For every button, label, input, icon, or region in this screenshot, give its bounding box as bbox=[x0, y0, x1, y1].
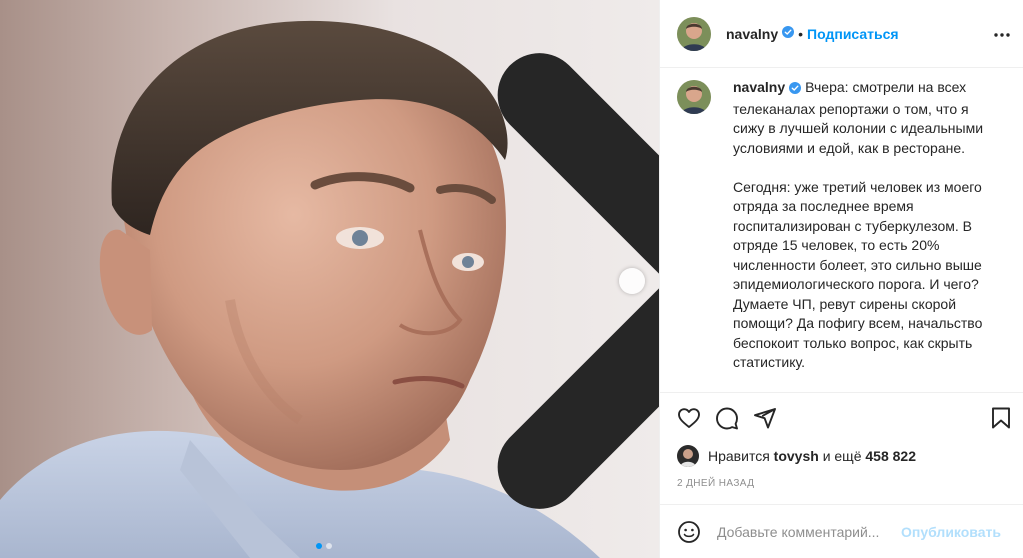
carousel-dot-1 bbox=[316, 543, 322, 549]
caption-username[interactable]: navalny bbox=[733, 79, 785, 95]
post-actions bbox=[660, 392, 1023, 442]
verified-badge-icon bbox=[789, 80, 802, 100]
post-photo[interactable] bbox=[0, 0, 659, 558]
likes-summary: Нравится tovysh и ещё 458 822 bbox=[677, 444, 916, 468]
bookmark-icon[interactable] bbox=[989, 406, 1013, 430]
caption-paragraph-2: Сегодня: уже третий человек из моего отр… bbox=[733, 178, 983, 371]
post-header: navalny • Подписаться bbox=[660, 0, 1023, 68]
caption-paragraph-1: navalny Вчера: смотрели на всех телеканал… bbox=[733, 78, 997, 158]
carousel-indicator bbox=[316, 543, 332, 549]
post-timestamp[interactable]: 2 дней назад bbox=[677, 478, 754, 489]
paper-plane-icon[interactable] bbox=[753, 406, 777, 430]
verified-badge-icon bbox=[782, 25, 795, 43]
post-side-panel: navalny • Подписаться navalny Вчера: смот… bbox=[659, 0, 1023, 558]
comment-bar: Опубликовать bbox=[660, 504, 1023, 558]
caption-scrollbar[interactable] bbox=[1017, 141, 1021, 391]
comment-icon[interactable] bbox=[715, 406, 739, 430]
next-photo-button[interactable] bbox=[497, 53, 659, 509]
likes-middle: и ещё bbox=[822, 448, 862, 464]
more-horizontal-icon[interactable] bbox=[994, 24, 1010, 42]
heart-icon[interactable] bbox=[677, 406, 701, 430]
carousel-dot-2 bbox=[326, 543, 332, 549]
chevron-right-icon bbox=[303, 2, 659, 558]
publish-button[interactable]: Опубликовать bbox=[901, 524, 1001, 540]
header-separator: • bbox=[798, 25, 804, 42]
author-avatar[interactable] bbox=[677, 16, 711, 51]
comment-input[interactable] bbox=[717, 523, 895, 540]
post-caption: navalny Вчера: смотрели на всех телеканал… bbox=[660, 69, 1023, 391]
caption-avatar[interactable] bbox=[677, 80, 711, 114]
author-username[interactable]: navalny bbox=[726, 26, 778, 42]
liker-avatar[interactable] bbox=[677, 445, 699, 467]
likes-count[interactable]: 458 822 bbox=[865, 448, 916, 464]
likes-prefix: Нравится bbox=[708, 448, 770, 464]
liker-username[interactable]: tovysh bbox=[774, 448, 819, 464]
caption-text: navalny Вчера: смотрели на всех телеканал… bbox=[733, 78, 997, 391]
follow-button[interactable]: Подписаться bbox=[807, 26, 899, 42]
smiley-icon[interactable] bbox=[677, 520, 701, 544]
